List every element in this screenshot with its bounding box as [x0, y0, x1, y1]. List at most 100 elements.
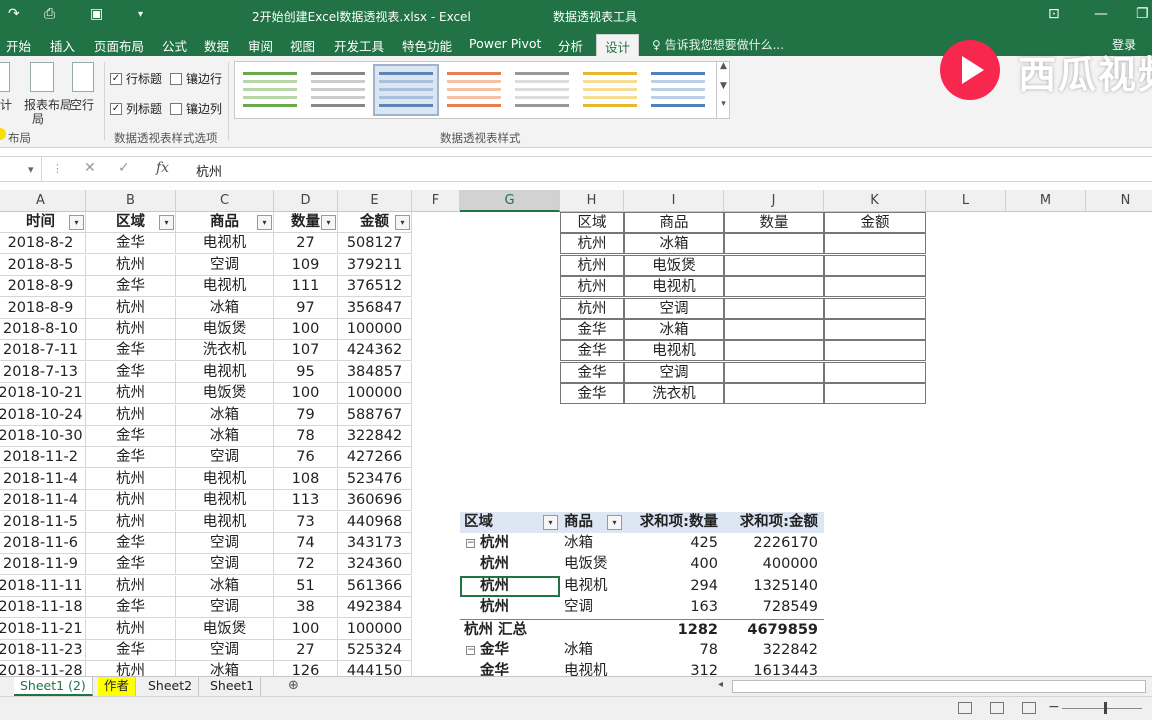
- source-data-cell[interactable]: 79: [274, 404, 338, 426]
- pivot-qty-cell[interactable]: 312: [624, 661, 724, 676]
- tab-data[interactable]: 数据: [204, 36, 229, 55]
- pivot-qty-cell[interactable]: 163: [624, 597, 724, 618]
- source-data-cell[interactable]: 324360: [338, 554, 412, 576]
- source-data-cell[interactable]: 38: [274, 597, 338, 619]
- summary-empty-cell[interactable]: [824, 276, 926, 298]
- source-data-cell[interactable]: 588767: [338, 404, 412, 426]
- column-header-k[interactable]: K: [824, 190, 926, 212]
- source-data-cell[interactable]: 冰箱: [176, 404, 274, 426]
- source-data-cell[interactable]: 电视机: [176, 468, 274, 490]
- source-data-cell[interactable]: 111: [274, 276, 338, 298]
- source-data-cell[interactable]: 电视机: [176, 511, 274, 533]
- scroll-up-icon[interactable]: ▲: [717, 61, 730, 71]
- summary-data-cell[interactable]: 空调: [624, 297, 724, 319]
- source-data-cell[interactable]: 2018-10-21: [0, 383, 86, 405]
- pivot-region-cell[interactable]: 杭州: [460, 575, 560, 597]
- source-data-cell[interactable]: 2018-11-4: [0, 468, 86, 490]
- sheet-tab-sheet1-2[interactable]: Sheet1 (2): [14, 677, 93, 696]
- summary-data-cell[interactable]: 杭州: [560, 233, 624, 255]
- source-data-cell[interactable]: 100: [274, 319, 338, 340]
- source-data-cell[interactable]: 2018-8-9: [0, 297, 86, 319]
- tab-developer[interactable]: 开发工具: [334, 36, 384, 55]
- source-data-cell[interactable]: 97: [274, 297, 338, 319]
- source-data-cell[interactable]: 444150: [338, 661, 412, 676]
- source-data-cell[interactable]: 空调: [176, 597, 274, 619]
- pivot-style-swatch-silver[interactable]: [511, 66, 573, 114]
- source-data-cell[interactable]: 508127: [338, 233, 412, 255]
- summary-empty-cell[interactable]: [724, 254, 824, 276]
- pivot-header-amt[interactable]: 求和项:金额: [724, 511, 824, 533]
- source-data-cell[interactable]: 379211: [338, 254, 412, 276]
- source-data-cell[interactable]: 384857: [338, 361, 412, 383]
- source-data-cell[interactable]: 2018-11-23: [0, 640, 86, 661]
- restore-icon[interactable]: ❐: [1136, 6, 1149, 22]
- column-header-l[interactable]: L: [926, 190, 1006, 212]
- source-data-cell[interactable]: 76: [274, 447, 338, 469]
- horizontal-scrollbar[interactable]: [732, 680, 1146, 693]
- source-data-cell[interactable]: 107: [274, 340, 338, 362]
- source-data-cell[interactable]: 空调: [176, 640, 274, 661]
- source-data-cell[interactable]: 2018-11-6: [0, 533, 86, 554]
- source-data-cell[interactable]: 126: [274, 661, 338, 676]
- redo-icon[interactable]: ↷: [8, 6, 20, 22]
- source-data-cell[interactable]: 343173: [338, 533, 412, 554]
- worksheet-grid[interactable]: ABCDEFGHIJKLMN 时间 ▾ 区域 ▾ 商品 ▾ 数量 ▾ 金额 ▾ 2018-8-2 金华…: [0, 190, 1152, 676]
- pivot-region-cell[interactable]: 金华: [460, 661, 560, 676]
- source-data-cell[interactable]: 杭州: [86, 511, 176, 533]
- column-header-h[interactable]: H: [560, 190, 624, 212]
- tab-analyze[interactable]: 分析: [558, 36, 583, 55]
- style-gallery-scroll[interactable]: ▲ ▼ ▾: [716, 61, 730, 119]
- tab-insert[interactable]: 插入: [50, 36, 75, 55]
- summary-header-cell[interactable]: 商品: [624, 212, 724, 233]
- pivot-region-cell[interactable]: 杭州: [460, 554, 560, 575]
- source-data-cell[interactable]: 27: [274, 640, 338, 661]
- source-data-cell[interactable]: 2018-7-11: [0, 340, 86, 362]
- filter-dropdown-icon[interactable]: ▾: [159, 215, 174, 230]
- source-data-cell[interactable]: 金华: [86, 361, 176, 383]
- source-data-cell[interactable]: 2018-11-5: [0, 511, 86, 533]
- pivot-style-swatch-lightblue[interactable]: [647, 66, 709, 114]
- column-header-a[interactable]: A: [0, 190, 86, 212]
- summary-data-cell[interactable]: 洗衣机: [624, 383, 724, 405]
- page-break-view-icon[interactable]: [1022, 702, 1036, 714]
- report-layout-icon[interactable]: [30, 62, 54, 92]
- column-header-m[interactable]: M: [1006, 190, 1086, 212]
- summary-header-cell[interactable]: 数量: [724, 212, 824, 233]
- summary-empty-cell[interactable]: [824, 340, 926, 362]
- tab-review[interactable]: 审阅: [248, 36, 273, 55]
- source-data-cell[interactable]: 561366: [338, 575, 412, 597]
- minimize-icon[interactable]: —: [1094, 6, 1108, 22]
- pivot-item-cell[interactable]: 电视机: [560, 661, 624, 676]
- source-data-cell[interactable]: 电饭煲: [176, 383, 274, 405]
- column-header-b[interactable]: B: [86, 190, 176, 212]
- source-data-cell[interactable]: 356847: [338, 297, 412, 319]
- source-data-cell[interactable]: 2018-11-4: [0, 490, 86, 512]
- pivot-qty-cell[interactable]: 294: [624, 576, 724, 597]
- source-data-cell[interactable]: 空调: [176, 447, 274, 469]
- print-preview-icon[interactable]: ⎙: [44, 6, 55, 22]
- source-data-cell[interactable]: 523476: [338, 468, 412, 490]
- tell-me-search[interactable]: ♀ 告诉我您想要做什么...: [652, 36, 784, 53]
- source-data-cell[interactable]: 电视机: [176, 233, 274, 255]
- source-data-cell[interactable]: 冰箱: [176, 426, 274, 447]
- source-data-cell[interactable]: 100000: [338, 618, 412, 640]
- summary-empty-cell[interactable]: [824, 361, 926, 383]
- column-header-c[interactable]: C: [176, 190, 274, 212]
- source-data-cell[interactable]: 51: [274, 575, 338, 597]
- summary-data-cell[interactable]: 金华: [560, 361, 624, 383]
- source-data-cell[interactable]: 427266: [338, 447, 412, 469]
- source-data-cell[interactable]: 电视机: [176, 276, 274, 298]
- pivot-header-qty[interactable]: 求和项:数量: [624, 511, 724, 533]
- scroll-down-icon[interactable]: ▼: [717, 81, 730, 91]
- source-data-cell[interactable]: 2018-11-28: [0, 661, 86, 676]
- sheet-tab-sheet1[interactable]: Sheet1: [204, 677, 262, 696]
- summary-empty-cell[interactable]: [724, 383, 824, 405]
- source-data-cell[interactable]: 金华: [86, 554, 176, 576]
- gallery-more-icon[interactable]: ▾: [717, 99, 730, 109]
- source-data-cell[interactable]: 424362: [338, 340, 412, 362]
- source-data-cell[interactable]: 108: [274, 468, 338, 490]
- customize-qat-icon[interactable]: ▾: [138, 9, 143, 20]
- summary-empty-cell[interactable]: [724, 361, 824, 383]
- source-data-cell[interactable]: 113: [274, 490, 338, 512]
- summary-header-cell[interactable]: 金额: [824, 212, 926, 233]
